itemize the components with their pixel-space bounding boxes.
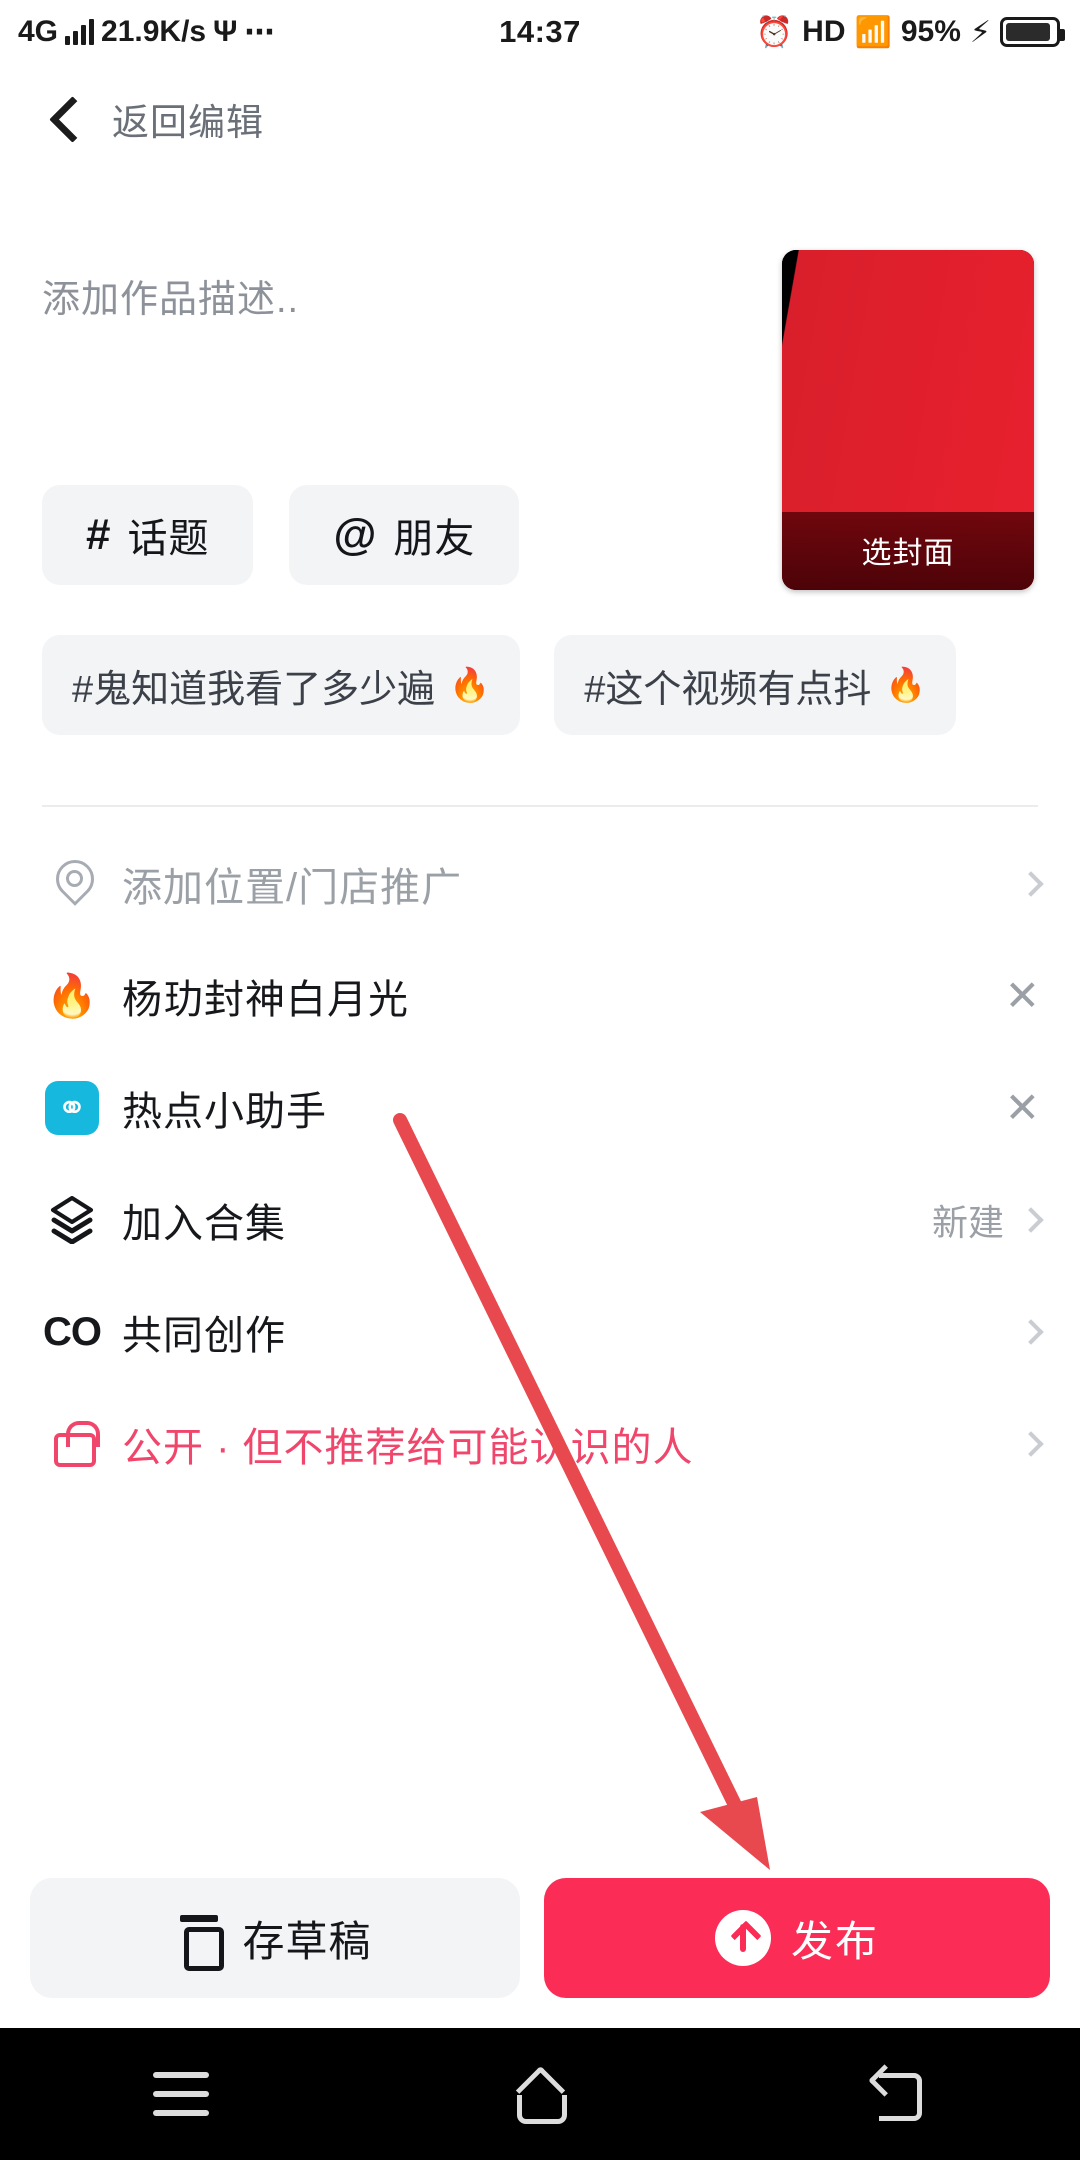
page-header: 返回编辑 bbox=[0, 64, 1080, 174]
row-trailing bbox=[1018, 1431, 1044, 1457]
chevron-right-icon[interactable] bbox=[1018, 871, 1044, 897]
friend-chip[interactable]: @ 朋友 bbox=[289, 485, 520, 585]
battery-icon bbox=[1000, 17, 1065, 47]
row-label: 共同创作 bbox=[122, 1314, 286, 1358]
suggested-tag-label: #这个视频有点抖 bbox=[584, 668, 872, 711]
wifi-icon: 📶 bbox=[854, 15, 892, 49]
layers-icon bbox=[42, 1196, 102, 1244]
android-nav-bar bbox=[0, 2028, 1080, 2160]
hot-assistant-icon: ⚭ bbox=[42, 1081, 102, 1135]
status-bar: 4G 21.9K/s Ψ ⋯ 14:37 ⏰ HD 📶 95% ⚡ bbox=[0, 0, 1080, 64]
page-title[interactable]: 返回编辑 bbox=[112, 92, 264, 146]
location-pin-icon bbox=[42, 860, 102, 908]
draft-box-icon bbox=[178, 1915, 225, 1971]
menu-icon[interactable] bbox=[152, 2072, 209, 2116]
row-hot-assistant[interactable]: ⚭ 热点小助手 ✕ bbox=[0, 1052, 1080, 1164]
app-screen: 4G 21.9K/s Ψ ⋯ 14:37 ⏰ HD 📶 95% ⚡ 返回编辑 添… bbox=[0, 0, 1080, 2160]
co-create-icon: CO bbox=[43, 1309, 102, 1354]
row-label: 公开 · 但不推荐给可能认识的人 bbox=[122, 1426, 694, 1470]
chevron-right-icon[interactable] bbox=[1018, 1207, 1044, 1233]
close-icon[interactable]: ✕ bbox=[1005, 975, 1040, 1017]
topic-chip[interactable]: # 话题 bbox=[42, 485, 254, 585]
chevron-right-icon[interactable] bbox=[1018, 1319, 1044, 1345]
row-value[interactable]: 新建 bbox=[932, 1194, 1004, 1246]
lightning-icon: ⚡ bbox=[969, 15, 991, 49]
bottom-action-bar: 存草稿 发布 bbox=[0, 1848, 1080, 2028]
home-icon[interactable] bbox=[514, 2067, 568, 2124]
close-icon[interactable]: ✕ bbox=[1005, 1087, 1040, 1129]
at-icon: @ bbox=[333, 510, 378, 559]
fire-icon: 🔥 bbox=[449, 665, 491, 703]
row-join-collection[interactable]: 加入合集 新建 bbox=[0, 1164, 1080, 1276]
unlock-icon bbox=[42, 1421, 102, 1467]
row-add-location[interactable]: 添加位置/门店推广 bbox=[0, 828, 1080, 940]
row-label: 杨玏封神白月光 bbox=[122, 978, 409, 1022]
hash-icon: # bbox=[86, 510, 112, 559]
status-bar-right: ⏰ HD 📶 95% ⚡ bbox=[755, 15, 1065, 50]
row-label: 加入合集 bbox=[122, 1202, 286, 1246]
row-trailing bbox=[1018, 1319, 1044, 1345]
cover-thumbnail[interactable]: 选封面 bbox=[782, 250, 1034, 590]
insert-chips: # 话题 @ 朋友 bbox=[42, 485, 520, 585]
section-divider bbox=[42, 805, 1038, 807]
description-input[interactable]: 添加作品描述.. bbox=[42, 268, 299, 323]
options-list: 添加位置/门店推广 🔥 杨玏封神白月光 ✕ ⚭ 热点小助手 ✕ 加入合集 新建 … bbox=[0, 828, 1080, 1500]
row-label: 添加位置/门店推广 bbox=[122, 866, 463, 910]
chevron-right-icon[interactable] bbox=[1018, 1431, 1044, 1457]
fire-icon: 🔥 bbox=[885, 665, 927, 703]
select-cover-label[interactable]: 选封面 bbox=[782, 528, 1034, 572]
row-label: 热点小助手 bbox=[122, 1090, 327, 1134]
suggested-tag[interactable]: #鬼知道我看了多少遍 🔥 bbox=[42, 635, 521, 735]
battery-percent-label: 95% bbox=[900, 15, 961, 48]
save-draft-button[interactable]: 存草稿 bbox=[30, 1878, 520, 1998]
suggested-tag[interactable]: #这个视频有点抖 🔥 bbox=[554, 635, 957, 735]
fire-icon: 🔥 bbox=[45, 972, 99, 1019]
upload-circle-icon bbox=[714, 1910, 771, 1966]
row-co-create[interactable]: CO 共同创作 bbox=[0, 1276, 1080, 1388]
row-trailing: 新建 bbox=[932, 1194, 1044, 1246]
publish-button[interactable]: 发布 bbox=[544, 1878, 1050, 1998]
friend-chip-label: 朋友 bbox=[393, 517, 476, 561]
save-draft-label: 存草稿 bbox=[242, 1917, 372, 1965]
row-trailing: ✕ bbox=[1005, 975, 1040, 1017]
hd-label: HD bbox=[802, 15, 846, 48]
chevron-left-icon[interactable] bbox=[42, 97, 86, 141]
row-hot-topic[interactable]: 🔥 杨玏封神白月光 ✕ bbox=[0, 940, 1080, 1052]
publish-label: 发布 bbox=[790, 1917, 879, 1965]
back-icon[interactable] bbox=[873, 2069, 927, 2121]
topic-chip-label: 话题 bbox=[127, 517, 210, 561]
alarm-icon: ⏰ bbox=[755, 15, 794, 49]
row-privacy[interactable]: 公开 · 但不推荐给可能认识的人 bbox=[0, 1388, 1080, 1500]
suggested-tag-label: #鬼知道我看了多少遍 bbox=[72, 668, 436, 711]
suggested-tags-row[interactable]: #鬼知道我看了多少遍 🔥 #这个视频有点抖 🔥 bbox=[42, 635, 1080, 735]
row-trailing: ✕ bbox=[1005, 1087, 1040, 1129]
row-trailing bbox=[1018, 871, 1044, 897]
